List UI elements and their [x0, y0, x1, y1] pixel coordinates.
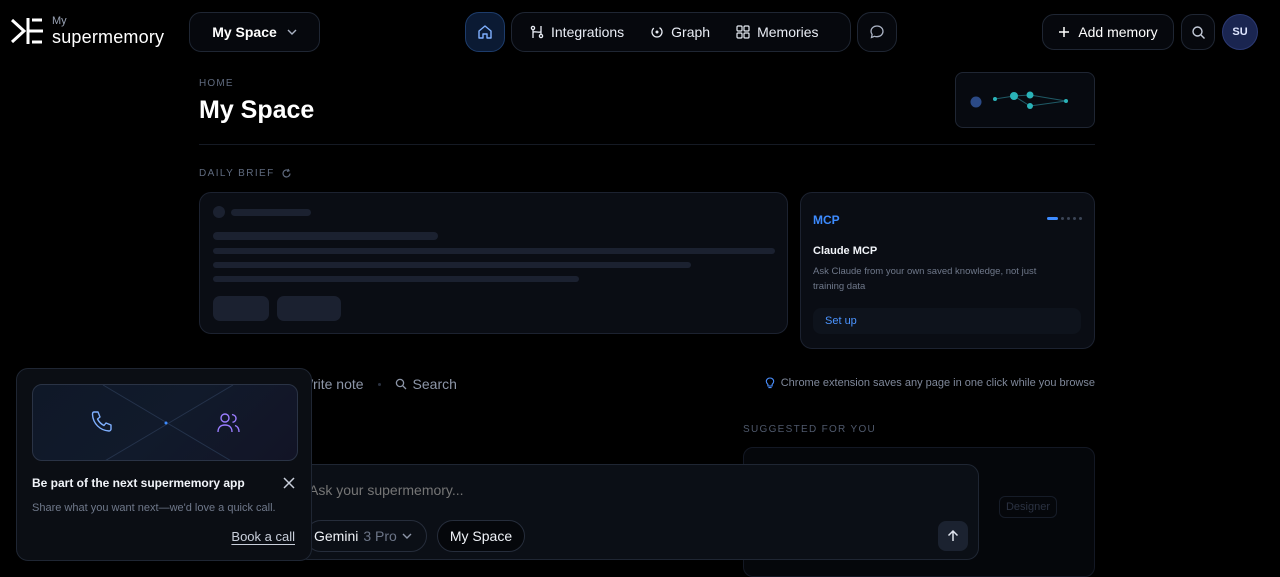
- mcp-tag: MCP: [813, 213, 840, 227]
- header-search-button[interactable]: [1181, 14, 1215, 50]
- space-select[interactable]: My Space: [189, 12, 320, 52]
- brand-name: supermemory: [52, 27, 165, 47]
- daily-brief-card: [199, 192, 788, 334]
- mcp-description: Ask Claude from your own saved knowledge…: [813, 266, 1037, 292]
- graph-preview-nodes-icon: [970, 91, 1068, 109]
- arrow-up-icon: [947, 529, 959, 541]
- send-button[interactable]: [938, 521, 968, 551]
- pager-dot[interactable]: [1061, 217, 1064, 220]
- model-select[interactable]: Gemini 3 Pro: [305, 520, 427, 552]
- skeleton-avatar: [213, 206, 225, 218]
- brand-logo[interactable]: My supermemory: [10, 16, 164, 46]
- brand-my-label: My: [52, 15, 67, 27]
- mcp-pager[interactable]: [1047, 217, 1082, 220]
- integrations-icon: [530, 25, 544, 39]
- extension-hint-text: Chrome extension saves any page in one c…: [780, 377, 1095, 389]
- popup-illustration: [32, 384, 298, 461]
- users-icon: [217, 413, 240, 433]
- call-illustration: [91, 385, 240, 460]
- chat-composer: Gemini 3 Pro My Space: [296, 464, 979, 560]
- header-divider: [199, 144, 1095, 145]
- pager-dot[interactable]: [1073, 217, 1076, 220]
- search-icon: [1191, 25, 1205, 39]
- pager-dot[interactable]: [1079, 217, 1082, 220]
- add-memory-label: Add memory: [1078, 24, 1158, 40]
- nav-memories-label: Memories: [757, 24, 819, 40]
- nav-graph-label: Graph: [671, 24, 711, 40]
- phone-icon: [91, 411, 112, 432]
- home-icon: [478, 25, 492, 39]
- close-icon[interactable]: [281, 475, 297, 491]
- popup-title: Be part of the next supermemory app: [32, 476, 245, 490]
- lightbulb-icon: [765, 377, 774, 389]
- graph-icon: [651, 26, 663, 38]
- skeleton-button: [277, 296, 341, 321]
- pager-dot-active[interactable]: [1047, 217, 1058, 220]
- nav-integrations-label: Integrations: [551, 24, 625, 40]
- plus-icon: [1059, 27, 1070, 37]
- popup-description: Share what you want next—we'd love a qui…: [32, 502, 276, 514]
- graph-preview[interactable]: [955, 72, 1095, 128]
- main-nav: Integrations Graph Memories: [511, 12, 851, 52]
- skeleton-line: [213, 248, 775, 254]
- chat-space-chip[interactable]: My Space: [437, 520, 525, 552]
- book-call-link[interactable]: Book a call: [231, 529, 295, 544]
- model-version: 3 Pro: [363, 528, 397, 544]
- nav-integrations[interactable]: Integrations: [530, 24, 624, 40]
- user-avatar[interactable]: SU: [1222, 14, 1258, 50]
- quick-search-button[interactable]: Search: [395, 376, 457, 392]
- quick-search-label: Search: [412, 376, 457, 392]
- daily-brief-label: DAILY BRIEF: [199, 168, 275, 179]
- chat-bubble-icon: [870, 25, 884, 39]
- chat-button[interactable]: [857, 12, 897, 52]
- page-title: My Space: [199, 96, 315, 124]
- home-button[interactable]: [465, 12, 505, 52]
- skeleton-button: [213, 296, 269, 321]
- suggested-tag: Designer: [999, 496, 1057, 518]
- skeleton-line: [231, 209, 311, 216]
- supermemory-logo-icon: [10, 18, 43, 44]
- breadcrumb[interactable]: HOME: [199, 78, 234, 89]
- separator-dot: [377, 382, 381, 386]
- space-select-label: My Space: [212, 24, 277, 40]
- chevron-down-icon: [402, 533, 412, 539]
- daily-brief-heading: DAILY BRIEF: [199, 168, 292, 179]
- pager-dot[interactable]: [1067, 217, 1070, 220]
- mcp-card: MCP Claude MCP Ask Claude from your own …: [800, 192, 1095, 349]
- chat-input[interactable]: [309, 482, 909, 498]
- skeleton-line: [213, 276, 579, 282]
- mcp-title: Claude MCP: [813, 245, 878, 257]
- feedback-popup: Be part of the next supermemory app Shar…: [16, 368, 312, 561]
- nav-graph[interactable]: Graph: [650, 24, 710, 40]
- grid-icon: [736, 25, 750, 39]
- skeleton-line: [213, 262, 691, 268]
- quick-actions: Write note Search: [300, 376, 457, 392]
- model-name: Gemini: [314, 528, 359, 544]
- setup-button[interactable]: Set up: [813, 308, 1081, 334]
- extension-hint: Chrome extension saves any page in one c…: [765, 377, 1095, 389]
- refresh-icon[interactable]: [281, 168, 292, 179]
- suggested-heading: SUGGESTED FOR YOU: [743, 424, 877, 435]
- skeleton-line: [213, 232, 438, 240]
- search-icon: [395, 378, 407, 390]
- add-memory-button[interactable]: Add memory: [1042, 14, 1174, 50]
- nav-memories[interactable]: Memories: [736, 24, 819, 40]
- chevron-down-icon: [287, 29, 297, 35]
